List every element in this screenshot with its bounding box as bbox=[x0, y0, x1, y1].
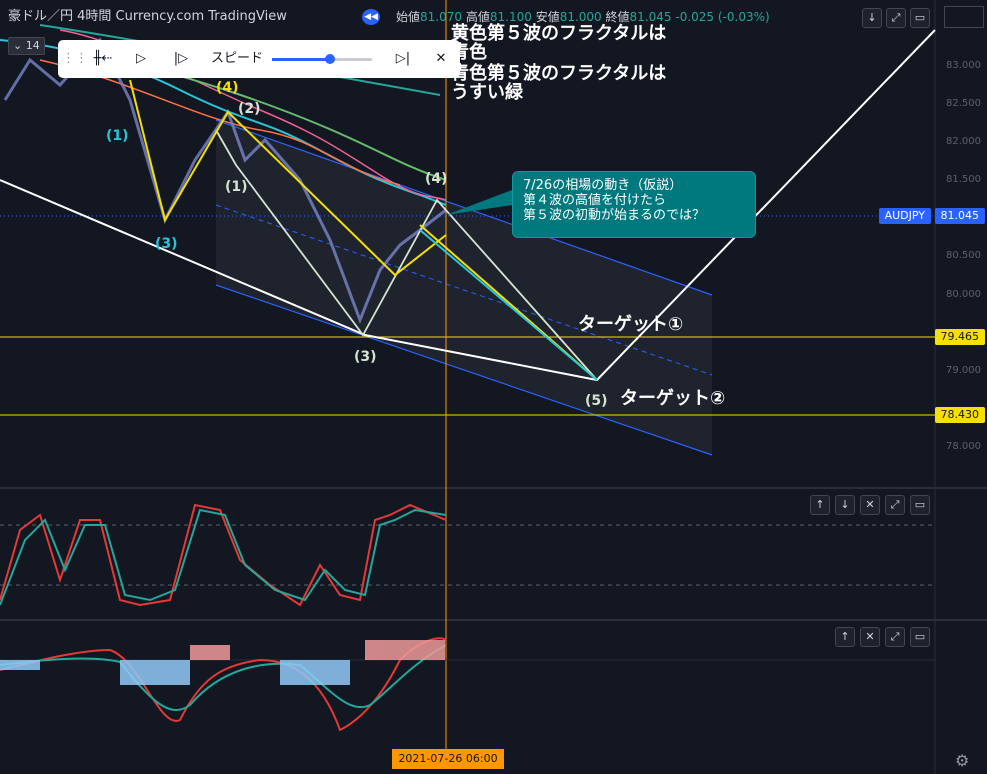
wave-label-5: (5) bbox=[585, 393, 608, 409]
price-tick: 82.500 bbox=[946, 98, 981, 109]
wave-label-1-cyan: (1) bbox=[106, 128, 129, 144]
close-pane-icon[interactable]: ✕ bbox=[860, 495, 880, 515]
wave-label-4: (4) bbox=[425, 171, 448, 187]
wave-label-3-cyan: (3) bbox=[155, 236, 178, 252]
blue-note: 青色第５波のフラクタルは うすい緑 bbox=[451, 64, 666, 102]
speed-slider[interactable] bbox=[272, 54, 372, 64]
move-down-icon[interactable]: ↓ bbox=[835, 495, 855, 515]
yellow-note-line2: 青色 bbox=[451, 42, 487, 63]
speed-label: スピード bbox=[210, 51, 263, 66]
move-up-icon[interactable]: ↑ bbox=[835, 627, 855, 647]
select-bar-icon[interactable]: ╫⇠ bbox=[88, 49, 118, 69]
forward-step-icon[interactable]: |▷ bbox=[170, 49, 192, 69]
target1-label: ターゲット① bbox=[578, 314, 684, 335]
stoch-k-line bbox=[0, 503, 447, 607]
maximize-pane-icon[interactable]: ⤢ bbox=[885, 627, 905, 647]
low-label: 安値 bbox=[535, 10, 560, 24]
current-price-tag: 81.045 bbox=[934, 208, 985, 224]
price-tick: 78.000 bbox=[946, 441, 981, 452]
restore-icon[interactable]: ▭ bbox=[910, 8, 930, 28]
price-tick: 80.000 bbox=[946, 289, 981, 300]
high-label: 高値 bbox=[465, 10, 490, 24]
blue-note-line1: 青色第５波のフラクタルは bbox=[451, 63, 667, 84]
speed-slider-fill bbox=[272, 58, 327, 61]
symbol-title[interactable]: 豪ドル／円 4時間 Currency.com TradingView bbox=[8, 0, 287, 34]
wave-label-2: (2) bbox=[238, 101, 261, 117]
replay-icon[interactable]: ◀◀ bbox=[362, 9, 380, 25]
low-value: 81.000 bbox=[559, 10, 602, 24]
wave-label-4-yellow: (4) bbox=[216, 80, 239, 96]
close-value: 81.045 bbox=[629, 10, 672, 24]
price-tick: 82.000 bbox=[946, 136, 981, 147]
chart-window: 豪ドル／円 4時間 Currency.com TradingView ◀◀ 始値… bbox=[0, 0, 987, 774]
interval-badge[interactable]: ⌄ 14 bbox=[8, 37, 45, 55]
price-tick: 80.500 bbox=[946, 250, 981, 261]
interval-badge-value: 14 bbox=[25, 39, 40, 52]
close-pane-icon[interactable]: ✕ bbox=[860, 627, 880, 647]
maximize-pane-icon[interactable]: ⤢ bbox=[885, 495, 905, 515]
target2-price-tag: 78.430 bbox=[934, 407, 985, 423]
collapse-icon[interactable]: ↓ bbox=[862, 8, 882, 28]
blue-note-line2: うすい緑 bbox=[451, 82, 523, 103]
settings-gear-icon[interactable]: ⚙ bbox=[955, 751, 969, 770]
restore-pane-icon[interactable]: ▭ bbox=[910, 627, 930, 647]
chart-canvas[interactable] bbox=[0, 0, 987, 774]
open-label: 始値 bbox=[396, 10, 421, 24]
move-up-icon[interactable]: ↑ bbox=[810, 495, 830, 515]
callout-line3: 第５波の初動が始まるのでは？ bbox=[523, 208, 706, 223]
target1-price-tag: 79.465 bbox=[934, 329, 985, 345]
maximize-icon[interactable]: ⤢ bbox=[886, 8, 906, 28]
price-tick: 79.000 bbox=[946, 365, 981, 376]
hypothesis-callout[interactable]: 7/26の相場の動き（仮説） 第４波の高値を付けたら 第５波の初動が始まるのでは… bbox=[512, 171, 756, 238]
time-cursor-label: 2021-07-26 06:00 bbox=[392, 749, 504, 769]
drag-handle-icon[interactable]: ⋮⋮ bbox=[62, 49, 88, 69]
target2-label: ターゲット② bbox=[620, 388, 726, 409]
wave-label-1: (1) bbox=[225, 179, 248, 195]
open-value: 81.070 bbox=[420, 10, 463, 24]
speed-slider-knob[interactable] bbox=[325, 54, 335, 64]
price-tick: 83.000 bbox=[946, 60, 981, 71]
play-icon[interactable]: ▷ bbox=[130, 49, 152, 69]
wave-label-3: (3) bbox=[354, 349, 377, 365]
close-icon[interactable]: ✕ bbox=[430, 49, 452, 69]
symbol-tag: AUDJPY bbox=[878, 208, 931, 224]
jump-to-realtime-icon[interactable]: ▷| bbox=[392, 49, 414, 69]
price-axis-top-box bbox=[944, 6, 984, 28]
yellow-note-line1: 黄色第５波のフラクタルは bbox=[451, 23, 667, 44]
restore-pane-icon[interactable]: ▭ bbox=[910, 495, 930, 515]
close-label: 終値 bbox=[605, 10, 630, 24]
change-value: -0.025 (-0.03%) bbox=[675, 10, 770, 24]
replay-toolbar: ⋮⋮ ╫⇠ ▷ |▷ スピード ▷| ✕ bbox=[58, 40, 460, 78]
yellow-note: 黄色第５波のフラクタルは 青色 bbox=[451, 24, 666, 62]
high-value: 81.100 bbox=[489, 10, 532, 24]
price-tick: 81.500 bbox=[946, 174, 981, 185]
callout-line1: 7/26の相場の動き（仮説） bbox=[523, 178, 683, 193]
callout-line2: 第４波の高値を付けたら bbox=[523, 193, 667, 208]
